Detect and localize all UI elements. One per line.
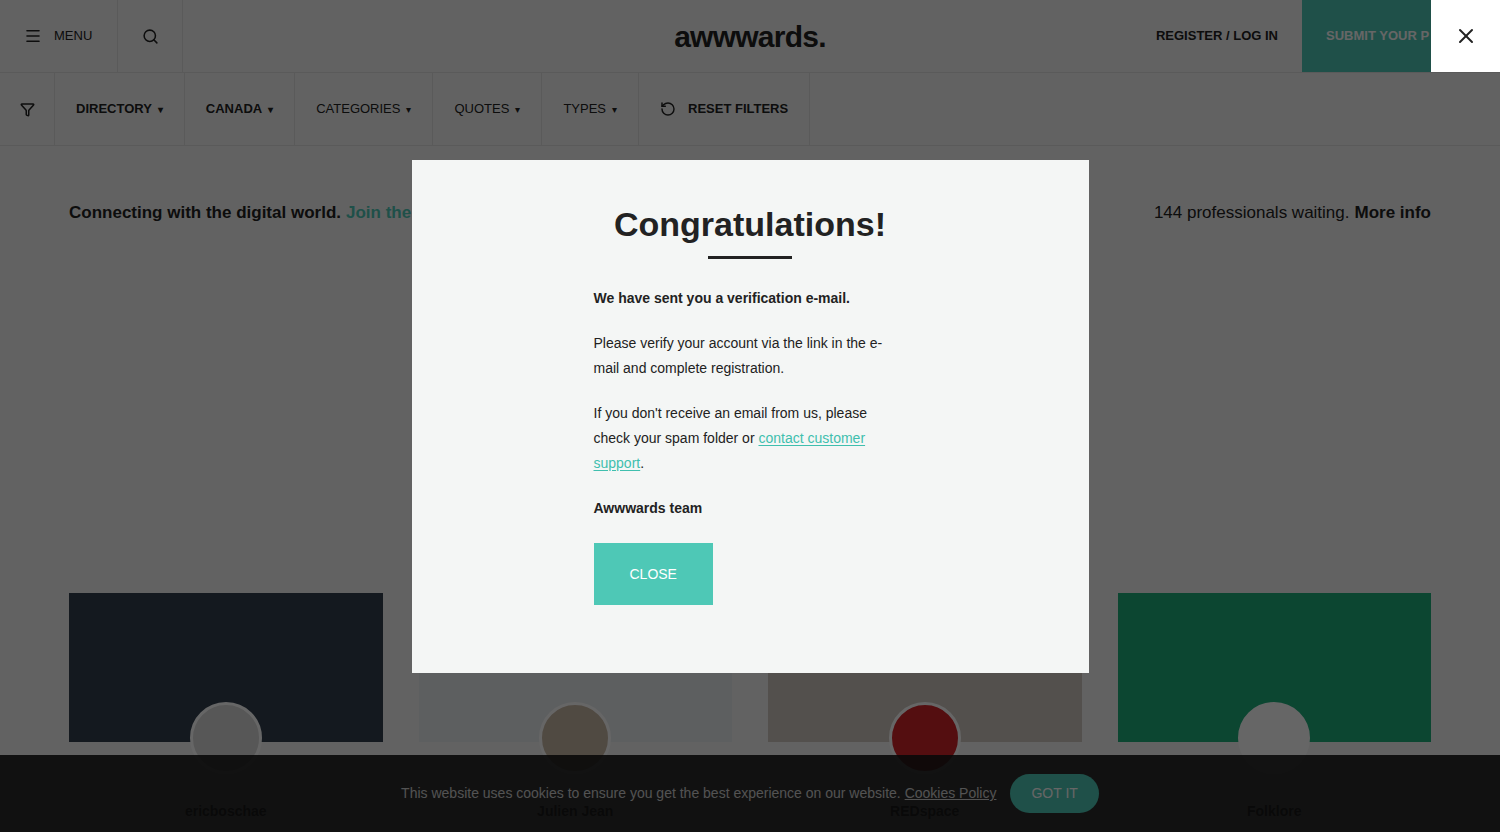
title-underline <box>708 256 792 259</box>
modal-title: Congratulations! <box>594 204 907 245</box>
modal-paragraph: Please verify your account via the link … <box>594 331 907 381</box>
close-overlay-button[interactable] <box>1431 0 1500 72</box>
close-icon <box>1454 24 1478 48</box>
modal-signature: Awwwards team <box>594 496 907 521</box>
modal-lead: We have sent you a verification e-mail. <box>594 286 907 311</box>
modal-paragraph: If you don't receive an email from us, p… <box>594 401 907 476</box>
modal-overlay[interactable]: Congratulations! We have sent you a verif… <box>0 0 1500 832</box>
close-button[interactable]: CLOSE <box>594 543 713 605</box>
support-link[interactable]: contact customer support <box>594 430 866 471</box>
app: MENUawwwards.REGISTER / LOG INSUBMIT YOU… <box>0 0 1500 832</box>
verification-modal: Congratulations! We have sent you a verif… <box>412 160 1089 673</box>
